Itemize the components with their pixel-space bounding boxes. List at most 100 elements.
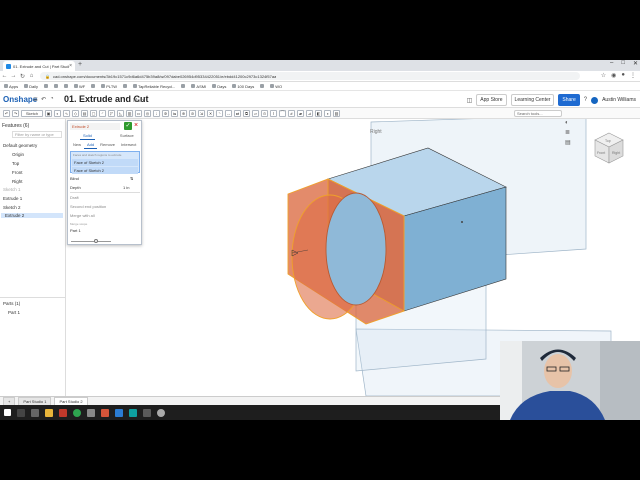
bookmark-8[interactable]	[123, 84, 128, 88]
cancel-button[interactable]: ×	[134, 122, 138, 129]
bookmark-asmi[interactable]: ASMI	[191, 84, 206, 89]
bookmark-6[interactable]	[91, 84, 96, 88]
back-icon[interactable]: ←	[0, 73, 9, 79]
view-cube[interactable]: Front Right Top	[589, 127, 629, 171]
new-option[interactable]: New	[70, 141, 84, 149]
browser-tab[interactable]: 01. Extrude and Cut | Part Studio 1 ×	[3, 61, 75, 71]
offset-surface-icon[interactable]: ⧉	[243, 109, 250, 117]
bookmark-apps[interactable]: Apps	[4, 84, 18, 89]
transform-icon[interactable]: ⇲	[198, 109, 205, 117]
search-tools-input[interactable]: Search tools...	[514, 110, 562, 117]
extension-icon[interactable]: ◉	[611, 72, 616, 79]
file-explorer-icon[interactable]	[45, 408, 53, 417]
versions-icon[interactable]: ◔	[50, 96, 54, 103]
cylinder-cut-face[interactable]	[325, 192, 387, 306]
modify-fillet-icon[interactable]: ◝	[216, 109, 223, 117]
materials-icon[interactable]: ▧	[333, 109, 340, 117]
extrude-icon[interactable]: ▣	[45, 109, 52, 117]
faces-selection-box[interactable]: Faces and sketch regions to extrude Face…	[70, 151, 140, 174]
windows-start-icon[interactable]	[4, 409, 11, 416]
extrude2-item[interactable]: Extrude 2	[1, 213, 63, 218]
linear-pattern-icon[interactable]: ⁞	[153, 109, 160, 117]
mirror-icon[interactable]: ⇋	[171, 109, 178, 117]
forward-icon[interactable]: →	[9, 73, 18, 79]
bookmark-4[interactable]	[64, 84, 69, 88]
office-icon[interactable]	[59, 408, 67, 417]
thicken-icon[interactable]: ▤	[81, 109, 88, 117]
parts-header[interactable]: Parts (1)	[3, 301, 20, 306]
avatar[interactable]	[591, 96, 599, 104]
feature-filter-input[interactable]: Filter by name or type	[12, 131, 62, 138]
new-tab-button[interactable]: +	[78, 61, 82, 68]
surface-option[interactable]: Surface	[117, 132, 137, 140]
task-view-icon[interactable]	[31, 408, 39, 417]
app-icon[interactable]	[143, 408, 151, 417]
enclose-icon[interactable]: ▢	[90, 109, 97, 117]
powerpoint-icon[interactable]	[101, 408, 109, 417]
default-geometry-item[interactable]: Default geometry	[3, 143, 37, 148]
replace-face-icon[interactable]: ⇄	[234, 109, 241, 117]
loft-icon[interactable]: ◇	[72, 109, 79, 117]
selected-face-1[interactable]: Face of Sketch 2	[72, 159, 138, 166]
bookmark-wf[interactable]: WF	[74, 84, 85, 89]
chrome-icon[interactable]	[73, 408, 81, 417]
gear-icon[interactable]	[157, 408, 165, 417]
display-states-icon[interactable]: ◑	[324, 109, 331, 117]
redo-icon[interactable]: ↷	[12, 109, 19, 117]
star-icon[interactable]: ☆	[601, 72, 606, 79]
teams-icon[interactable]	[129, 408, 137, 417]
chamfer-icon[interactable]: ◸	[108, 109, 115, 117]
merge-scope-field[interactable]: Part 1	[70, 228, 81, 233]
solid-option[interactable]: Solid	[80, 132, 95, 140]
circular-pattern-icon[interactable]: ✲	[162, 109, 169, 117]
variable-icon[interactable]: #	[288, 109, 295, 117]
search-icon[interactable]	[17, 408, 25, 417]
help-icon[interactable]: ?	[584, 97, 587, 103]
comments-panel-icon[interactable]: ▤	[565, 139, 571, 146]
split-icon[interactable]: ⊘	[189, 109, 196, 117]
depth-input[interactable]: 1 in	[123, 185, 129, 190]
delete-part-icon[interactable]: ✕	[207, 109, 214, 117]
intersect-option[interactable]: Intersect	[118, 141, 139, 149]
add-option[interactable]: Add	[84, 141, 98, 149]
curve-icon[interactable]: ⌒	[279, 109, 286, 117]
sweep-icon[interactable]: ∿	[63, 109, 70, 117]
user-name[interactable]: Austin Williams	[602, 97, 636, 103]
top-plane-item[interactable]: Top	[12, 161, 19, 166]
extrude1-item[interactable]: Extrude 1	[3, 196, 22, 201]
minimize-icon[interactable]: –	[610, 60, 613, 67]
undo-history-icon[interactable]: ↶	[41, 96, 46, 103]
part1-item[interactable]: Part 1	[8, 310, 20, 315]
bookmark-days[interactable]: Days	[212, 84, 226, 89]
selected-face-2[interactable]: Face of Sketch 2	[72, 167, 138, 174]
fillet-icon[interactable]: ◜	[99, 109, 106, 117]
notifications-icon[interactable]: ◫	[467, 97, 473, 104]
properties-panel-icon[interactable]: ≣	[565, 129, 571, 136]
bookmark-recycle[interactable]: TapReliable Recycl...	[133, 84, 175, 89]
mate-connector-icon[interactable]: ⊙	[261, 109, 268, 117]
sketch2-item[interactable]: Sketch 2	[3, 205, 21, 210]
move-face-icon[interactable]: ↔	[225, 109, 232, 117]
right-plane-item[interactable]: Right	[12, 179, 23, 184]
profile-icon[interactable]: ●	[621, 72, 625, 79]
bookmark-wo[interactable]: WO	[270, 84, 282, 89]
origin-item[interactable]: Origin	[12, 152, 24, 157]
branch-label[interactable]: Main	[133, 98, 144, 104]
hamburger-menu-icon[interactable]: ≡	[33, 95, 38, 104]
shell-icon[interactable]: ▭	[135, 109, 142, 117]
second-end-checkbox[interactable]: Second end position	[70, 204, 106, 209]
bookmark-10[interactable]	[181, 84, 186, 88]
sketch1-item[interactable]: Sketch 1	[3, 187, 21, 192]
bookmark-100days[interactable]: 100 Days	[232, 84, 254, 89]
hole-icon[interactable]: ◎	[144, 109, 151, 117]
bookmark-14[interactable]	[260, 84, 265, 88]
end-type-select[interactable]: Blind	[70, 176, 79, 181]
reload-icon[interactable]: ↻	[18, 73, 27, 80]
home-icon[interactable]: ⌂	[27, 73, 36, 79]
draft-icon[interactable]: ◺	[117, 109, 124, 117]
accept-button[interactable]: ✓	[124, 122, 132, 130]
maximize-icon[interactable]: □	[621, 60, 625, 67]
share-button[interactable]: Share	[558, 94, 580, 106]
front-plane-item[interactable]: Front	[12, 170, 23, 175]
more-menu-icon[interactable]: ⋮	[630, 72, 636, 79]
